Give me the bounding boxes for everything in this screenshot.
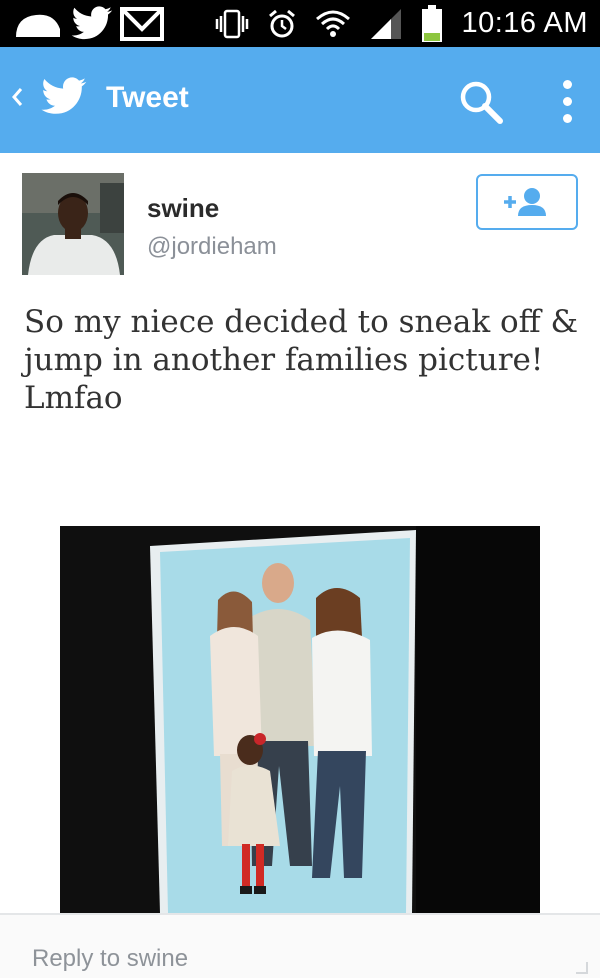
screen-title: Tweet [106, 81, 189, 114]
action-bar: Tweet [0, 47, 600, 153]
follow-button[interactable] [476, 174, 578, 230]
reply-bar[interactable]: Reply to swine [0, 913, 600, 978]
twitter-notification-icon [71, 6, 113, 40]
cloud-icon [16, 14, 60, 37]
search-icon[interactable] [456, 77, 506, 127]
add-user-icon [504, 188, 546, 216]
overflow-menu-icon[interactable] [552, 71, 582, 131]
reply-input[interactable]: Reply to swine [32, 945, 188, 973]
notification-icons [14, 6, 164, 42]
author-name[interactable]: swine [147, 193, 219, 224]
twitter-bird-icon[interactable] [40, 77, 88, 117]
gmail-icon [120, 7, 164, 41]
clock: 10:16 AM [461, 7, 588, 39]
back-chevron-icon[interactable] [10, 85, 24, 109]
vibrate-icon [216, 9, 249, 38]
signal-icon [371, 8, 402, 39]
system-icons: 10:16 AM [215, 0, 588, 47]
tweet-detail: swine @jordieham So my niece decided to … [0, 153, 600, 913]
wifi-icon [316, 10, 351, 37]
tweet-photo[interactable] [60, 526, 540, 913]
battery-icon [422, 4, 443, 42]
avatar[interactable] [22, 173, 124, 275]
input-corner-mark [576, 962, 588, 974]
alarm-icon [269, 9, 296, 37]
tweet-text: So my niece decided to sneak off & jump … [24, 304, 579, 416]
status-bar: 10:16 AM [0, 0, 600, 47]
author-handle[interactable]: @jordieham [147, 233, 277, 261]
